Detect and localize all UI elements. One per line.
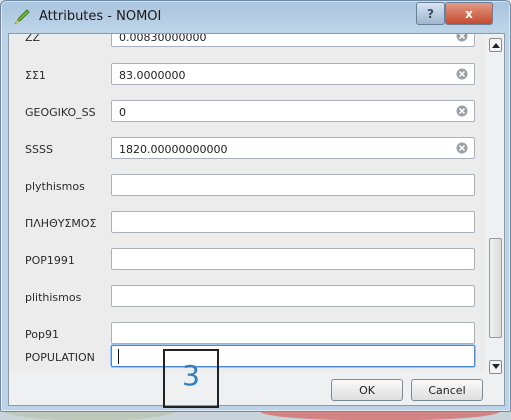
scroll-up-button[interactable]	[489, 38, 502, 52]
field-input-zz[interactable]: 0.00830000000	[111, 34, 475, 47]
close-button[interactable]: x	[445, 2, 493, 25]
window-title: Attributes - NOMOI	[39, 9, 162, 24]
field-label: POP1991	[25, 254, 75, 267]
field-input-pop91[interactable]	[111, 322, 475, 344]
field-input-plithismos[interactable]	[111, 285, 475, 307]
field-input-geogiko-ss[interactable]: 0	[111, 100, 475, 122]
field-label: SSSS	[25, 143, 53, 156]
field-value: 1820.00000000000	[119, 143, 228, 156]
field-label: ΠΛΗΘΥΣΜΟΣ	[25, 217, 97, 230]
clear-field-icon[interactable]	[456, 105, 468, 117]
field-input-ss1[interactable]: 83.0000000	[111, 63, 475, 85]
scroll-thumb[interactable]	[489, 238, 502, 338]
field-value: 0	[119, 106, 126, 119]
field-input-plythismos[interactable]	[111, 174, 475, 196]
qgis-pencil-icon	[14, 9, 30, 25]
clear-field-icon[interactable]	[456, 68, 468, 80]
field-row-zz: ZZ 0.00830000000	[9, 34, 485, 52]
chevron-down-icon	[491, 364, 500, 369]
vertical-scrollbar[interactable]	[489, 38, 502, 374]
field-label: ΣΣ1	[25, 69, 46, 82]
field-value: 83.0000000	[119, 69, 186, 82]
field-label: ZZ	[25, 34, 41, 44]
title-bar: Attributes - NOMOI ? x	[1, 1, 510, 33]
field-label: POPULATION	[25, 351, 95, 364]
attributes-dialog: Attributes - NOMOI ? x ZZ 0.00830000000 …	[0, 0, 511, 412]
field-label: plithismos	[25, 291, 82, 304]
dialog-body: ZZ 0.00830000000 ΣΣ1 83.0000000 GEOGIKO_…	[8, 33, 505, 406]
field-input-plithysmos-greek[interactable]	[111, 211, 475, 233]
scroll-down-button[interactable]	[489, 360, 502, 374]
field-row-ss1: ΣΣ1 83.0000000	[9, 60, 485, 90]
clear-field-icon[interactable]	[456, 34, 468, 42]
field-row-pop1991: POP1991	[9, 245, 485, 275]
field-row-plithismos: plithismos	[9, 282, 485, 312]
field-input-ssss[interactable]: 1820.00000000000	[111, 137, 475, 159]
field-label: plythismos	[25, 180, 85, 193]
annotation-number: 3	[182, 359, 200, 392]
attribute-form: ZZ 0.00830000000 ΣΣ1 83.0000000 GEOGIKO_…	[9, 34, 485, 372]
text-caret	[118, 349, 119, 364]
clear-field-icon[interactable]	[456, 142, 468, 154]
field-label: GEOGIKO_SS	[25, 106, 96, 119]
field-input-pop1991[interactable]	[111, 248, 475, 270]
field-row-ssss: SSSS 1820.00000000000	[9, 134, 485, 164]
annotation-callout: 3	[163, 349, 219, 408]
field-row-geogiko-ss: GEOGIKO_SS 0	[9, 97, 485, 127]
chevron-up-icon	[491, 43, 500, 48]
help-icon: ?	[427, 6, 434, 21]
field-row-plythismos: plythismos	[9, 171, 485, 201]
cancel-button[interactable]: Cancel	[411, 379, 483, 401]
ok-button[interactable]: OK	[331, 379, 403, 401]
field-value: 0.00830000000	[119, 34, 207, 44]
help-button[interactable]: ?	[416, 2, 445, 25]
field-row-plithysmos-greek: ΠΛΗΘΥΣΜΟΣ	[9, 208, 485, 238]
field-label: Pop91	[25, 328, 59, 341]
close-icon: x	[465, 6, 473, 21]
field-row-population: POPULATION	[9, 342, 485, 372]
